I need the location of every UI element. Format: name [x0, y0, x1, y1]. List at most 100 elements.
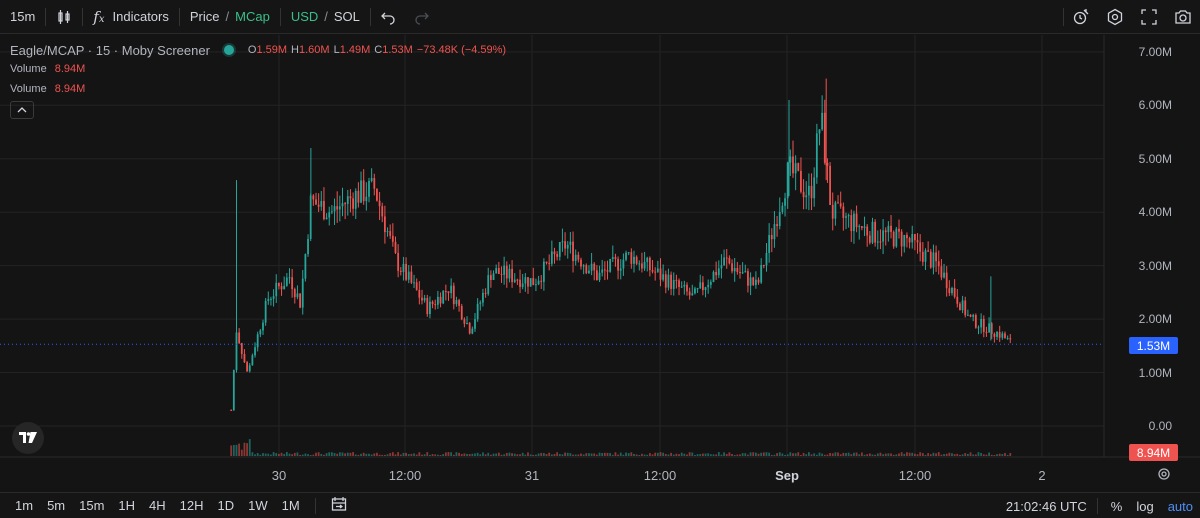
candle-body [588, 270, 590, 274]
volume-bar [927, 453, 930, 456]
range-button-1h[interactable]: 1H [111, 498, 142, 513]
volume-bar [977, 452, 980, 456]
range-button-1w[interactable]: 1W [241, 498, 275, 513]
candle-body [747, 271, 749, 286]
price-axis-label: 7.00M [1138, 45, 1172, 59]
volume-bar [251, 452, 254, 456]
volume-bar [821, 453, 824, 456]
candle-body [723, 257, 725, 266]
volume-bar [553, 453, 556, 456]
candle-body [370, 178, 373, 181]
volume-bar [688, 452, 691, 456]
candle-body [442, 290, 445, 304]
candle-body [720, 265, 723, 269]
volume-bar [434, 454, 437, 456]
volume-bar [683, 453, 686, 456]
volume-bar [542, 453, 545, 456]
candle-body [858, 226, 861, 228]
candle-body [781, 205, 784, 212]
close-label: C [374, 44, 383, 56]
date-range-button[interactable] [324, 496, 354, 515]
high-label: H [291, 44, 299, 56]
chart-legend: Eagle/MCAP · 15 · Moby Screener O 1.59M H… [10, 41, 510, 119]
currency-toggle[interactable]: USD / SOL [281, 0, 370, 34]
undo-button[interactable] [371, 0, 405, 34]
price-option[interactable]: Price [190, 9, 220, 24]
tradingview-logo[interactable] [12, 422, 44, 454]
volume-bar [312, 454, 315, 456]
volume-bar [299, 454, 301, 456]
volume-bar [707, 453, 710, 456]
volume-bar [966, 453, 969, 456]
candle-body [762, 265, 765, 267]
volume-bar [232, 445, 235, 456]
candle-body [240, 343, 243, 354]
candle-body [262, 322, 264, 331]
utc-clock[interactable]: 21:02:46 UTC [1006, 499, 1097, 514]
high-value: 1.60M [299, 44, 330, 56]
mcap-option[interactable]: MCap [235, 9, 270, 24]
candle-body [699, 282, 702, 289]
range-button-1d[interactable]: 1D [211, 498, 242, 513]
axis-settings-button[interactable] [1156, 466, 1172, 485]
candle-body [614, 257, 617, 259]
volume-bar [898, 453, 900, 456]
range-button-5m[interactable]: 5m [40, 498, 72, 513]
volume-bar [270, 454, 272, 456]
volume-bar [813, 453, 816, 456]
open-label: O [247, 44, 257, 56]
redo-button[interactable] [405, 0, 439, 34]
range-button-4h[interactable]: 4H [142, 498, 173, 513]
log-scale-toggle[interactable]: log [1129, 499, 1160, 514]
candle-body [503, 265, 506, 275]
volume-bar [320, 453, 323, 456]
indicators-button[interactable]: fx Indicators [83, 0, 179, 34]
candle-body [874, 221, 877, 243]
candle-body [635, 256, 638, 264]
volume-bar [749, 452, 752, 456]
screenshot-button[interactable] [1166, 0, 1200, 34]
percent-scale-toggle[interactable]: % [1104, 499, 1130, 514]
candle-body [561, 241, 564, 243]
fullscreen-button[interactable] [1132, 0, 1166, 34]
range-button-12h[interactable]: 12H [173, 498, 211, 513]
collapse-legend-button[interactable] [10, 101, 34, 119]
sol-option[interactable]: SOL [334, 9, 360, 24]
candle-body [842, 206, 845, 218]
chart-type-button[interactable] [46, 0, 82, 34]
volume-bar [500, 454, 503, 456]
price-mcap-toggle[interactable]: Price / MCap [180, 0, 280, 34]
volume-bar [352, 452, 354, 456]
candle-body [487, 275, 490, 294]
candle-body [315, 199, 317, 205]
candle-body [325, 217, 328, 220]
candle-body [338, 206, 341, 210]
settings-button[interactable] [1098, 0, 1132, 34]
auto-scale-toggle[interactable]: auto [1161, 499, 1200, 514]
volume-bar [317, 452, 320, 456]
candle-body [972, 314, 975, 317]
candle-body [280, 286, 283, 290]
range-button-1m[interactable]: 1m [8, 498, 40, 513]
volume-bar [405, 452, 407, 456]
candle-body [1004, 333, 1006, 339]
volume-bar [752, 452, 755, 456]
volume-bar [503, 454, 506, 456]
usd-option[interactable]: USD [291, 9, 318, 24]
volume-bar [606, 452, 609, 456]
candle-body [998, 331, 1001, 338]
volume-bar [511, 453, 513, 456]
volume-bar [603, 452, 606, 456]
volume-bar [436, 454, 439, 456]
alert-button[interactable] [1064, 0, 1098, 34]
candle-body [932, 252, 935, 268]
interval-selector[interactable]: 15m [0, 0, 45, 34]
volume-bar [831, 453, 834, 456]
range-button-15m[interactable]: 15m [72, 498, 111, 513]
range-button-1month[interactable]: 1M [275, 498, 307, 513]
candle-body [993, 333, 996, 337]
candle-body [887, 225, 890, 233]
volume-bar [444, 452, 447, 456]
candle-body [760, 265, 763, 283]
volume-bar [916, 454, 919, 456]
